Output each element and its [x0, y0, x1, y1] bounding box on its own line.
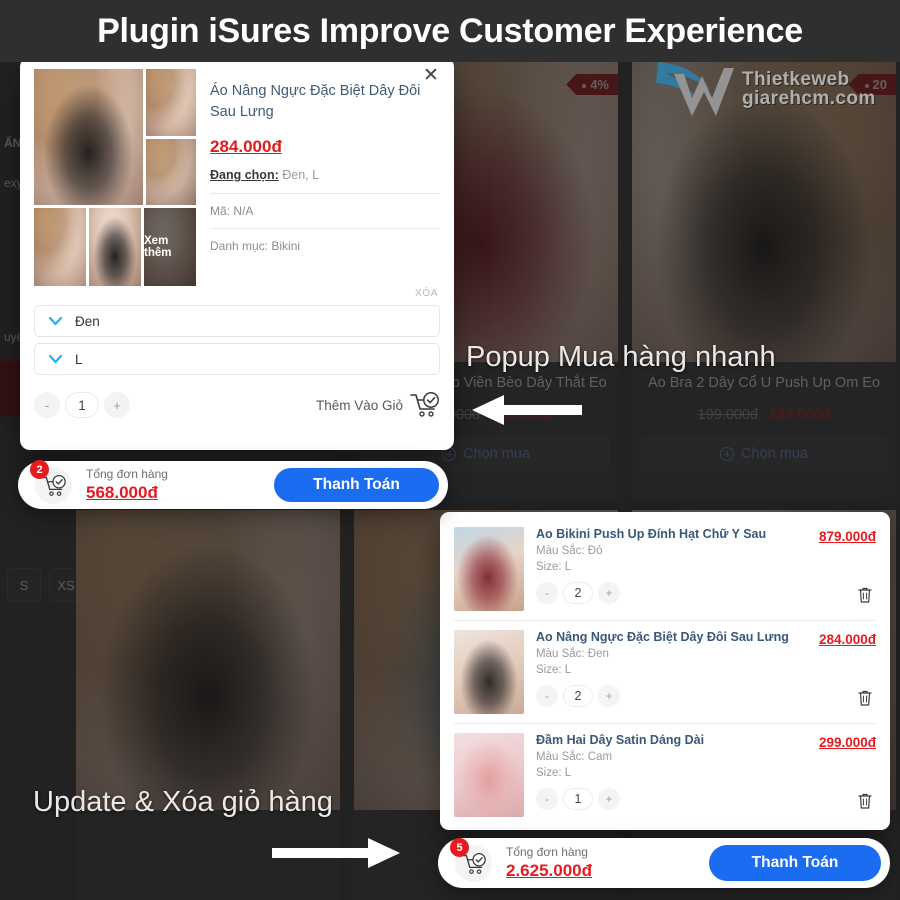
gallery-main-image[interactable]	[34, 69, 143, 205]
checkout-button[interactable]: Thanh Toán	[709, 845, 881, 881]
trash-icon[interactable]	[856, 792, 874, 810]
cart-item-quantity-stepper[interactable]: - 2 +	[536, 582, 807, 604]
checkout-button[interactable]: Thanh Toán	[274, 468, 439, 502]
cart-item-thumbnail[interactable]	[454, 733, 524, 817]
order-total: Tổng đơn hàng 568.000đ	[86, 467, 168, 503]
cart-quantity-value[interactable]: 2	[563, 582, 593, 604]
gallery-thumb[interactable]	[34, 208, 86, 286]
cart-item-thumbnail[interactable]	[454, 630, 524, 714]
product-info: Áo Nâng Ngực Đặc Biệt Dây Đôi Sau Lưng 2…	[210, 69, 440, 286]
trash-icon[interactable]	[856, 586, 874, 604]
order-total-label: Tổng đơn hàng	[506, 845, 588, 859]
clear-variants-button[interactable]: XÓA	[34, 288, 440, 299]
cart-quantity-increase-button[interactable]: +	[598, 788, 620, 810]
size-select-value: L	[75, 351, 83, 367]
gallery-thumb[interactable]	[89, 208, 141, 286]
cart-item-color: Màu Sắc: Cam	[536, 751, 613, 763]
cart-quantity-decrease-button[interactable]: -	[536, 685, 558, 707]
gallery-more-label: Xem thêm	[144, 208, 196, 286]
cart-item-quantity-stepper[interactable]: - 1 +	[536, 788, 807, 810]
checkout-bar-bottom: 5 Tổng đơn hàng 2.625.000đ Thanh Toán	[438, 838, 890, 888]
color-select-value: Đen	[75, 313, 100, 329]
selected-variant-value: Đen, L	[282, 168, 320, 183]
cart-item-color: Màu Sắc: Đỏ	[536, 545, 603, 557]
cart-item-color: Màu Sắc: Đen	[536, 648, 609, 660]
cart-quantity-increase-button[interactable]: +	[598, 582, 620, 604]
watermark: Thietkeweb giarehcm.com	[652, 58, 876, 120]
selected-variant-label: Đang chọn:	[210, 168, 279, 183]
cart-summary-icon-wrap[interactable]: 2	[30, 460, 74, 506]
cart-item-row: Ao Bikini Push Up Đính Hạt Chữ Y Sau Màu…	[454, 518, 876, 621]
order-total-label: Tổng đơn hàng	[86, 467, 168, 481]
cart-quantity-decrease-button[interactable]: -	[536, 582, 558, 604]
product-category: Danh mục: Bikini	[210, 239, 301, 254]
watermark-line-1: Thietkeweb	[742, 69, 850, 90]
cart-item-row: Đầm Hai Dây Satin Dáng Dài Màu Sắc: Cam …	[454, 724, 876, 826]
cart-item-name[interactable]: Ao Nâng Ngực Đặc Biệt Dây Đôi Sau Lưng	[536, 630, 807, 644]
gallery-thumb[interactable]	[146, 138, 196, 205]
selected-variant: Đang chọn: Đen, L	[210, 168, 440, 195]
cart-item-size: Size: L	[536, 561, 572, 573]
add-to-cart-button[interactable]: Thêm Vào Giỏ	[316, 392, 440, 418]
color-select[interactable]: Đen	[34, 305, 440, 337]
add-to-cart-label: Thêm Vào Giỏ	[315, 397, 403, 413]
quantity-stepper[interactable]: - 1 +	[34, 392, 130, 418]
cart-summary-icon-wrap[interactable]: 5	[450, 838, 494, 884]
watermark-line-2: giarehcm.com	[742, 88, 876, 109]
right-arrow-icon	[272, 838, 400, 868]
cart-quantity-decrease-button[interactable]: -	[536, 788, 558, 810]
gallery-more-thumb[interactable]: Xem thêm	[144, 208, 196, 286]
wing-logo-icon	[656, 62, 734, 116]
gallery-thumb[interactable]	[146, 69, 196, 136]
cart-item-quantity-stepper[interactable]: - 2 +	[536, 685, 807, 707]
cart-item-name[interactable]: Ao Bikini Push Up Đính Hạt Chữ Y Sau	[536, 527, 807, 541]
cart-quantity-value[interactable]: 1	[563, 788, 593, 810]
product-gallery: Xem thêm	[34, 69, 196, 286]
product-sku: Mã: N/A	[210, 194, 440, 230]
quantity-decrease-button[interactable]: -	[34, 392, 60, 418]
cart-check-icon	[40, 474, 66, 496]
order-total-value: 568.000đ	[86, 483, 158, 502]
close-icon[interactable]: ✕	[420, 66, 442, 88]
cart-check-icon	[410, 392, 439, 417]
chevron-down-icon	[49, 354, 62, 363]
trash-icon[interactable]	[856, 689, 874, 707]
page-title: Plugin iSures Improve Customer Experienc…	[97, 11, 803, 50]
product-name: Áo Nâng Ngực Đặc Biệt Dây Đôi Sau Lưng	[210, 83, 421, 121]
annotation-update-label: Update & Xóa giỏ hàng	[33, 786, 333, 818]
quick-view-popup: ✕ Xem thêm Áo Nâng Ngực Đặc Biệt Dây Đôi…	[20, 57, 454, 450]
cart-item-size: Size: L	[536, 767, 572, 779]
quantity-increase-button[interactable]: +	[104, 392, 130, 418]
cart-item-row: Ao Nâng Ngực Đặc Biệt Dây Đôi Sau Lưng M…	[454, 621, 876, 724]
chevron-down-icon	[49, 316, 62, 325]
checkout-bar-top: 2 Tổng đơn hàng 568.000đ Thanh Toán	[18, 460, 448, 509]
order-total-value: 2.625.000đ	[506, 861, 593, 880]
order-total: Tổng đơn hàng 2.625.000đ	[506, 845, 592, 881]
page-title-bar: Plugin iSures Improve Customer Experienc…	[0, 0, 900, 62]
quantity-value[interactable]: 1	[65, 392, 99, 418]
cart-item-thumbnail[interactable]	[454, 527, 524, 611]
size-select[interactable]: L	[34, 343, 440, 375]
product-price: 284.000đ	[210, 137, 282, 157]
left-arrow-icon	[472, 395, 582, 425]
cart-check-icon	[460, 852, 486, 874]
cart-quantity-value[interactable]: 2	[563, 685, 593, 707]
annotation-popup-label: Popup Mua hàng nhanh	[466, 341, 776, 373]
cart-count-badge: 5	[450, 838, 469, 857]
cart-quantity-increase-button[interactable]: +	[598, 685, 620, 707]
cart-count-badge: 2	[30, 460, 49, 479]
cart-item-size: Size: L	[536, 664, 572, 676]
cart-item-name[interactable]: Đầm Hai Dây Satin Dáng Dài	[536, 733, 807, 747]
cart-panel: Ao Bikini Push Up Đính Hạt Chữ Y Sau Màu…	[440, 512, 890, 830]
